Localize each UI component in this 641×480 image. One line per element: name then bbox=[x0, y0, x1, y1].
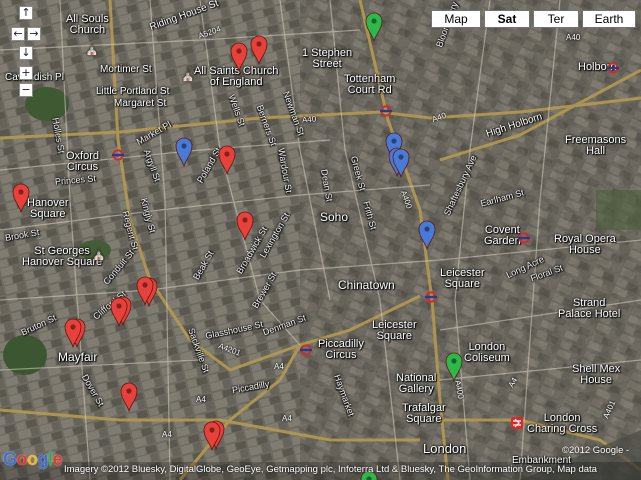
tube-station-icon[interactable] bbox=[112, 149, 124, 161]
red-map-marker[interactable] bbox=[110, 297, 128, 327]
road-shield: A40 bbox=[301, 114, 317, 125]
pan-left-button[interactable]: ← bbox=[11, 27, 25, 41]
map-type-earth-button[interactable]: Earth bbox=[582, 10, 636, 28]
label-freemasons-hall: Freemasons Hall bbox=[565, 134, 627, 157]
label-national-gallery: National Gallery bbox=[396, 372, 437, 395]
logo-letter: e bbox=[52, 449, 63, 469]
label-london-charing-cross: London Charing Cross bbox=[527, 412, 598, 435]
label-leicester-square: Leicester Square bbox=[372, 319, 417, 342]
church-icon: ⛪ bbox=[181, 70, 195, 82]
label-mortimer-st: Mortimer St bbox=[100, 64, 152, 75]
map-type-map-button[interactable]: Map bbox=[431, 10, 481, 28]
label-st-georges-hanover-square: St Georges Hanover Square bbox=[22, 245, 103, 268]
blue-map-marker[interactable] bbox=[392, 148, 410, 178]
satellite-map[interactable]: All Souls Church ⛪ All Saints Church of … bbox=[0, 0, 641, 480]
map-type-satellite-button[interactable]: Sat bbox=[484, 10, 530, 28]
road-shield: A4 bbox=[162, 430, 172, 439]
red-map-marker[interactable] bbox=[136, 276, 154, 306]
tube-station-icon[interactable] bbox=[300, 344, 312, 356]
map-type-terrain-button[interactable]: Ter bbox=[533, 10, 579, 28]
tube-station-icon[interactable] bbox=[607, 62, 619, 74]
label-1-stephen-street: 1 Stephen Street bbox=[302, 47, 353, 70]
road-shield: A4 bbox=[196, 395, 206, 404]
church-icon: ⛪ bbox=[92, 249, 106, 261]
logo-letter: G bbox=[3, 449, 17, 469]
label-soho: Soho bbox=[320, 210, 349, 224]
red-map-marker[interactable] bbox=[64, 318, 82, 348]
red-map-marker[interactable] bbox=[236, 211, 254, 241]
label-covent-garden: Covent Garden bbox=[484, 224, 521, 247]
imagery-attribution: Imagery ©2012 Bluesky, DigitalGlobe, Geo… bbox=[64, 464, 597, 475]
label-mayfair: Mayfair bbox=[58, 350, 98, 364]
red-map-marker[interactable] bbox=[203, 421, 221, 451]
church-icon: ⛪ bbox=[85, 44, 99, 56]
label-margaret-st: Margaret St bbox=[114, 98, 167, 109]
pan-right-button[interactable]: → bbox=[27, 27, 41, 41]
zoom-in-button[interactable]: + bbox=[19, 66, 33, 80]
label-leicester-square-station: Leicester Square bbox=[440, 267, 485, 290]
label-little-portland-st: Little Portland St bbox=[96, 86, 170, 97]
label-strand-palace-hotel: Strand Palace Hotel bbox=[558, 297, 621, 320]
zoom-out-button[interactable]: − bbox=[19, 83, 33, 97]
logo-letter: o bbox=[16, 449, 28, 469]
red-map-marker[interactable] bbox=[12, 183, 30, 213]
tube-station-icon[interactable] bbox=[425, 291, 437, 303]
label-shell-mex-house: Shell Mex House bbox=[572, 363, 621, 386]
label-oxford-circus: Oxford Circus bbox=[66, 150, 100, 173]
blue-map-marker[interactable] bbox=[175, 137, 193, 167]
road-shield: A4 bbox=[282, 414, 292, 423]
label-piccadilly-circus: Piccadilly Circus bbox=[318, 338, 364, 361]
red-map-marker[interactable] bbox=[230, 42, 248, 72]
label-london: London bbox=[423, 441, 467, 456]
red-map-marker[interactable] bbox=[250, 35, 268, 65]
tube-station-icon[interactable] bbox=[380, 105, 392, 117]
pan-down-button[interactable]: ↓ bbox=[19, 46, 33, 60]
green-map-marker[interactable] bbox=[365, 12, 383, 42]
logo-letter: g bbox=[37, 449, 49, 469]
label-trafalgar-square: Trafalgar Square bbox=[402, 402, 446, 425]
label-cavendish-pl: Cavendish Pl bbox=[5, 72, 64, 83]
label-chinatown: Chinatown bbox=[338, 278, 395, 292]
label-tottenham-court-rd: Tottenham Court Rd bbox=[344, 73, 396, 96]
logo-letter: o bbox=[27, 449, 38, 469]
red-map-marker[interactable] bbox=[120, 382, 138, 412]
label-all-souls-church: All Souls Church bbox=[66, 13, 109, 36]
pan-up-button[interactable]: ↑ bbox=[19, 6, 33, 20]
label-hanover-square: Hanover Square bbox=[27, 197, 69, 220]
label-london-coliseum: London Coliseum bbox=[464, 341, 510, 364]
blue-map-marker[interactable] bbox=[418, 220, 436, 250]
rail-station-icon[interactable] bbox=[511, 417, 523, 429]
road-shield: A4 bbox=[274, 362, 284, 371]
map-type-control: Map Sat Ter Earth bbox=[428, 10, 636, 28]
copyright-text: ©2012 Google - bbox=[562, 445, 630, 456]
green-map-marker[interactable] bbox=[445, 352, 463, 382]
google-logo[interactable]: Google bbox=[3, 449, 63, 470]
road-shield: A40 bbox=[566, 33, 581, 42]
red-map-marker[interactable] bbox=[218, 145, 236, 175]
tube-station-icon[interactable] bbox=[518, 232, 530, 244]
label-royal-opera-house: Royal Opera House bbox=[554, 233, 616, 256]
